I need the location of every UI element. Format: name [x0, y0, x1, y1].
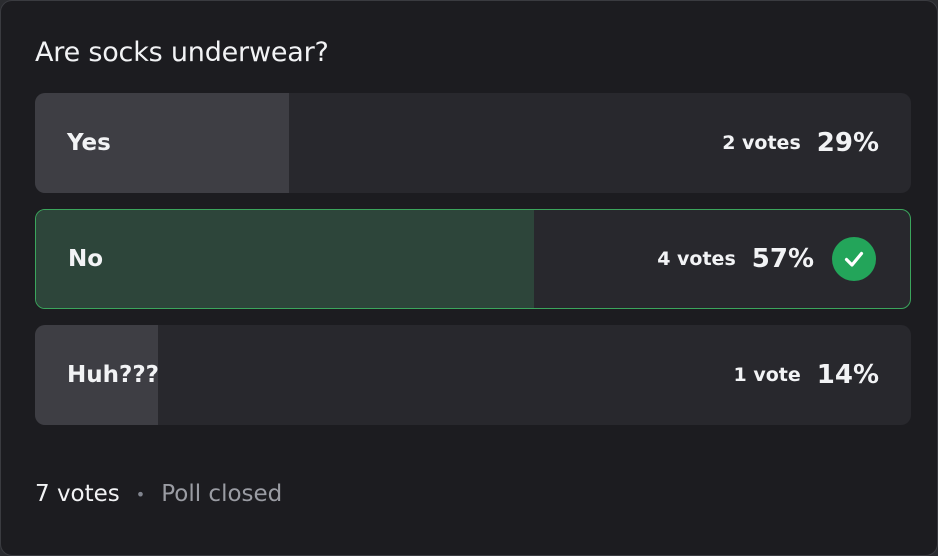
poll-card: Are socks underwear? Yes 2 votes 29% No … — [0, 0, 938, 556]
answer-stats: 1 vote 14% — [734, 360, 879, 390]
poll-footer: 7 votes • Poll closed — [35, 481, 282, 507]
answer-stats: 4 votes 57% — [657, 237, 876, 281]
poll-answer-huh[interactable]: Huh??? 1 vote 14% — [35, 325, 911, 425]
answer-label: Yes — [67, 130, 111, 156]
footer-separator: • — [135, 484, 146, 504]
poll-answer-yes[interactable]: Yes 2 votes 29% — [35, 93, 911, 193]
answer-label: No — [68, 246, 104, 272]
answer-result-bar — [36, 210, 535, 308]
poll-question: Are socks underwear? — [35, 37, 329, 68]
answer-vote-count: 1 vote — [733, 364, 801, 386]
poll-answers: Yes 2 votes 29% No 4 votes 57% Huh??? 1 … — [35, 93, 911, 441]
answer-vote-count: 4 votes — [657, 248, 736, 270]
answer-percent: 29% — [816, 128, 879, 158]
answer-vote-count: 2 votes — [722, 132, 801, 154]
answer-percent: 14% — [816, 360, 879, 390]
total-votes: 7 votes — [35, 481, 120, 507]
poll-answer-no[interactable]: No 4 votes 57% — [35, 209, 911, 309]
answer-stats: 2 votes 29% — [722, 128, 879, 158]
checkmark-circle-icon — [832, 237, 876, 281]
poll-status: Poll closed — [161, 481, 283, 507]
answer-label: Huh??? — [67, 362, 160, 388]
answer-percent: 57% — [751, 244, 814, 274]
